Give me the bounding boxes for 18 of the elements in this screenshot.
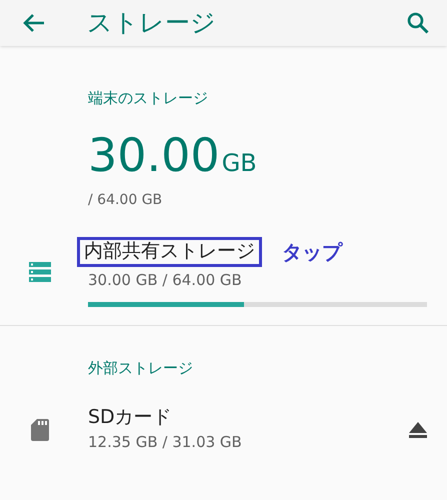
window-title: ストレージ [87, 7, 217, 40]
section-heading: 端末のストレージ [88, 89, 208, 107]
storage-name: SDカード [88, 406, 172, 430]
eject-icon[interactable] [409, 422, 427, 438]
storage-item[interactable]: 内部共有ストレージ タップ 30.00 GB / 64.00 GB [0, 237, 447, 306]
section-heading: 外部ストレージ [88, 358, 193, 376]
total-amount: / 64.00 GB [88, 192, 162, 208]
annotation-text: タップ [282, 239, 342, 266]
sd-card-icon [31, 418, 49, 441]
storage-name: 内部共有ストレージ [77, 237, 262, 267]
search-icon[interactable] [407, 12, 429, 34]
back-icon[interactable] [23, 13, 45, 33]
used-unit: GB [222, 148, 257, 179]
storage-icon [29, 262, 51, 282]
used-amount: 30.00 [88, 132, 220, 178]
storage-detail: 30.00 GB / 64.00 GB [88, 270, 243, 291]
storage-detail: 12.35 GB / 31.03 GB [88, 432, 243, 454]
storage-item[interactable]: SDカード 12.35 GB / 31.03 GB [0, 406, 447, 454]
